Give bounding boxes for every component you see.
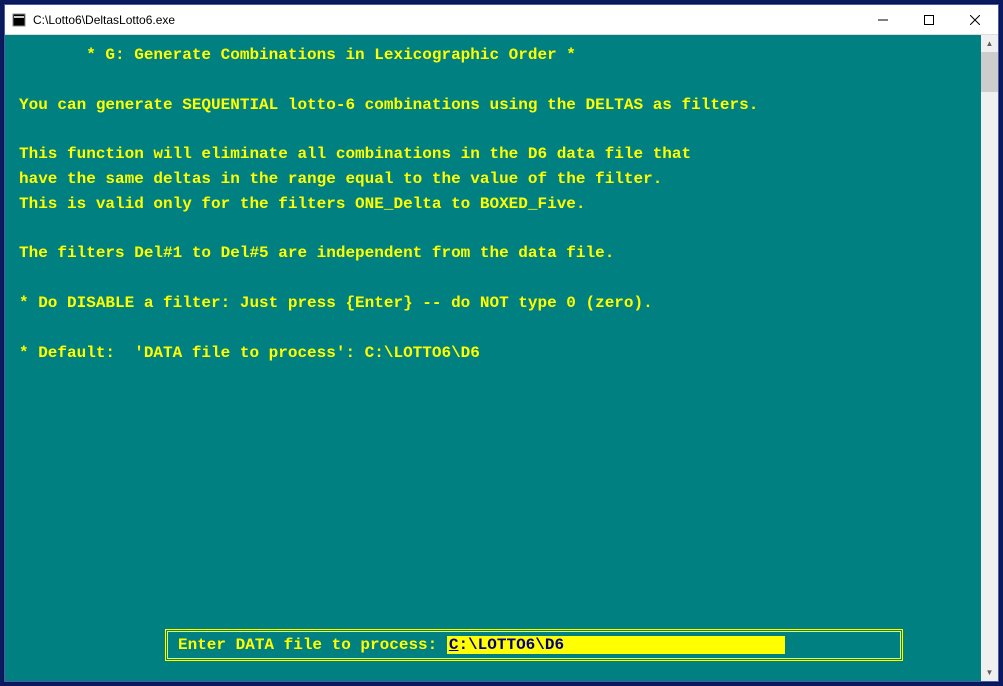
scroll-up-arrow[interactable]: ▲	[981, 35, 998, 52]
titlebar: C:\Lotto6\DeltasLotto6.exe	[5, 5, 998, 35]
minimize-button[interactable]	[860, 5, 906, 34]
close-button[interactable]	[952, 5, 998, 34]
window-title: C:\Lotto6\DeltasLotto6.exe	[33, 13, 860, 27]
app-icon	[11, 12, 27, 28]
scrollbar-thumb[interactable]	[981, 52, 998, 92]
para2-line2: have the same deltas in the range equal …	[19, 170, 662, 188]
default-line: * Default: 'DATA file to process': C:\LO…	[19, 344, 480, 362]
maximize-button[interactable]	[906, 5, 952, 34]
data-file-input[interactable]: C:\LOTTO6\D6	[447, 636, 785, 654]
window-controls	[860, 5, 998, 34]
disable-line: * Do DISABLE a filter: Just press {Enter…	[19, 294, 653, 312]
para2-line3: This is valid only for the filters ONE_D…	[19, 195, 586, 213]
filters-line: The filters Del#1 to Del#5 are independe…	[19, 244, 614, 262]
para2-line1: This function will eliminate all combina…	[19, 145, 691, 163]
heading-line: * G: Generate Combinations in Lexicograp…	[19, 46, 576, 64]
intro-line: You can generate SEQUENTIAL lotto-6 comb…	[19, 96, 758, 114]
scrollbar-track[interactable]: ▲ ▼	[981, 35, 998, 681]
prompt-label: Enter DATA file to process:	[178, 636, 447, 654]
console-area: * G: Generate Combinations in Lexicograp…	[5, 35, 998, 681]
console-output: * G: Generate Combinations in Lexicograp…	[19, 43, 984, 365]
input-prompt-box: Enter DATA file to process: C:\LOTTO6\D6	[165, 629, 903, 661]
app-window: C:\Lotto6\DeltasLotto6.exe * G: Generate…	[4, 4, 999, 682]
scroll-down-arrow[interactable]: ▼	[981, 664, 998, 681]
